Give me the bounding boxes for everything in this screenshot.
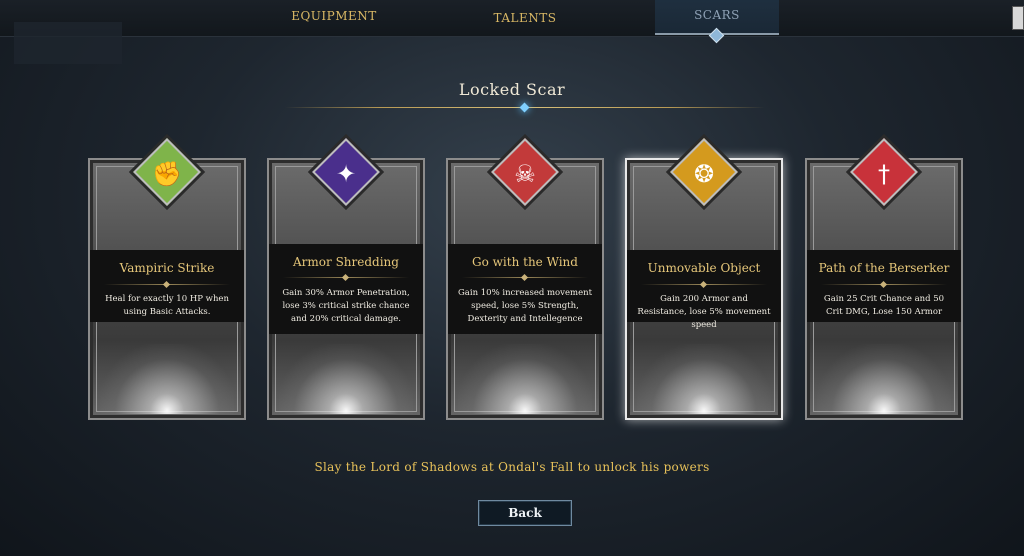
card-name: Vampiric Strike xyxy=(119,261,215,275)
sword-icon: † xyxy=(878,160,890,188)
card-name: Unmovable Object xyxy=(647,261,761,275)
unlock-requirement-text: Slay the Lord of Shadows at Ondal's Fall… xyxy=(314,460,710,474)
scar-card-path-of-the-berserker[interactable]: † Path of the Berserker Gain 25 Crit Cha… xyxy=(805,138,963,420)
scar-card-go-with-the-wind[interactable]: ☠ Go with the Wind Gain 10% increased mo… xyxy=(446,138,604,420)
card-name: Armor Shredding xyxy=(293,255,399,269)
tab-equipment[interactable]: EQUIPMENT xyxy=(280,0,388,34)
running-figure-icon: ☠ xyxy=(514,160,536,188)
title-gem-icon xyxy=(519,102,530,113)
shredded-armor-icon: ✦ xyxy=(335,160,357,188)
card-glow xyxy=(279,344,413,414)
blurred-panel xyxy=(14,22,122,64)
card-description: Gain 30% Armor Penetration, lose 3% crit… xyxy=(282,288,410,324)
page-title: Locked Scar xyxy=(458,80,566,99)
clasped-hands-icon: ✊ xyxy=(152,160,182,188)
card-description: Heal for exactly 10 HP when using Basic … xyxy=(105,294,229,317)
window-corner-button[interactable] xyxy=(1012,6,1024,30)
card-glow xyxy=(100,344,234,414)
back-button[interactable]: Back xyxy=(478,500,572,526)
scar-card-vampiric-strike[interactable]: ✊ Vampiric Strike Heal for exactly 10 HP… xyxy=(88,138,246,420)
card-glow xyxy=(817,344,951,414)
top-navigation-bar: EQUIPMENT TALENTS SCARS xyxy=(0,0,1024,37)
shield-emblem-icon: ❂ xyxy=(693,160,715,188)
scar-card-armor-shredding[interactable]: ✦ Armor Shredding Gain 30% Armor Penetra… xyxy=(267,138,425,420)
card-name: Go with the Wind xyxy=(472,255,578,269)
tab-talents[interactable]: TALENTS xyxy=(480,0,570,36)
card-description: Gain 10% increased movement speed, lose … xyxy=(458,288,592,324)
card-glow xyxy=(458,344,592,414)
card-description: Gain 200 Armor and Resistance, lose 5% m… xyxy=(637,294,771,330)
scar-card-unmovable-object[interactable]: ❂ Unmovable Object Gain 200 Armor and Re… xyxy=(625,138,783,420)
card-description: Gain 25 Crit Chance and 50 Crit DMG, Los… xyxy=(823,294,945,317)
card-glow xyxy=(637,344,771,414)
card-name: Path of the Berserker xyxy=(818,261,950,275)
